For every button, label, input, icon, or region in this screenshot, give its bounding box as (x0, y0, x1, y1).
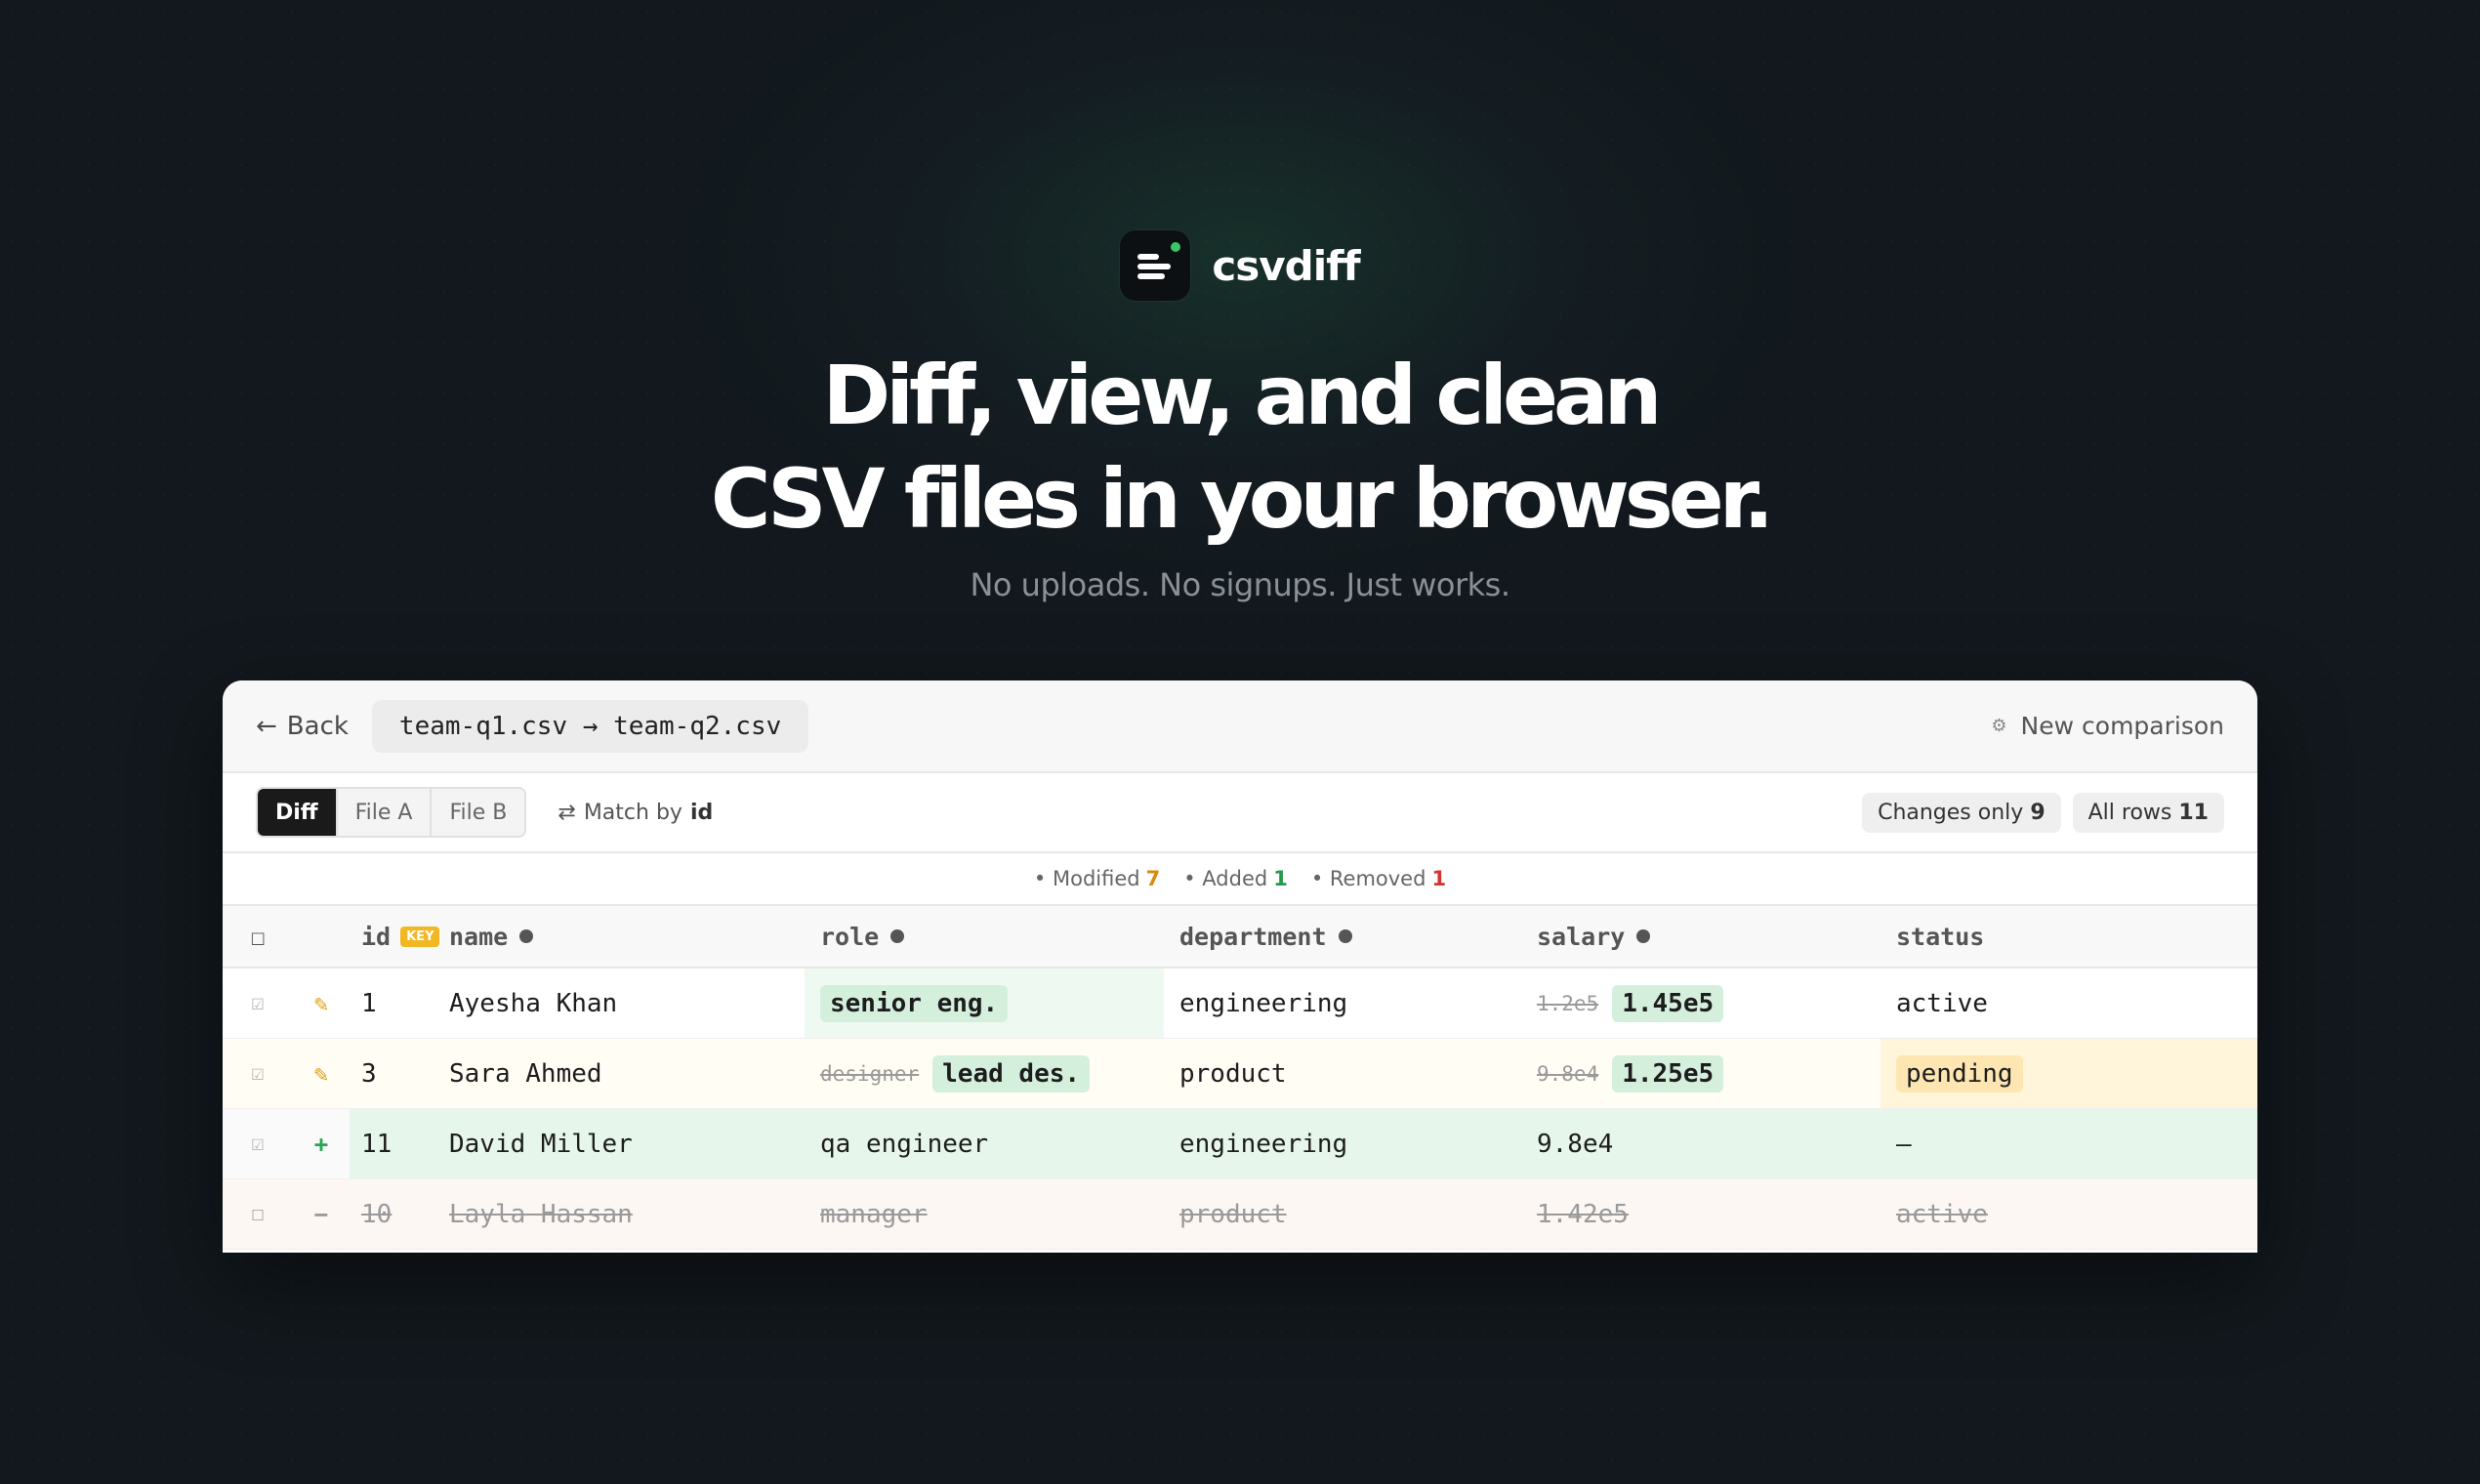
all-rows-label: All rows (2087, 800, 2172, 825)
old-value: 9.8e4 (1537, 1061, 1599, 1086)
all-rows-button[interactable]: All rows 11 (2072, 792, 2224, 833)
file-pair-label: team-q1.csv → team-q2.csv (371, 699, 809, 753)
change-marker-header (293, 906, 350, 967)
added-summary: • Added 1 (1183, 867, 1288, 890)
key-badge: KEY (400, 926, 440, 947)
cell-role-changed: designer lead des. (805, 1039, 1164, 1108)
changed-column-dot-icon (1338, 929, 1352, 943)
select-all-checkbox[interactable]: ☐ (223, 906, 293, 967)
modified-summary: • Modified 7 (1033, 867, 1161, 890)
row-checkbox[interactable]: ☐ (223, 1179, 293, 1249)
added-count: 1 (1273, 867, 1288, 890)
cell-name: Sara Ahmed (449, 1058, 602, 1089)
column-header-salary[interactable]: salary (1521, 906, 1881, 967)
cell-status: active (1896, 1199, 1988, 1229)
gear-icon: ⚙ (1991, 716, 2007, 736)
cell-role-changed: senior eng. (805, 969, 1164, 1038)
cell-id: 11 (361, 1129, 393, 1159)
cell-department: engineering (1179, 1129, 1348, 1159)
back-label: Back (286, 711, 349, 741)
column-header-id[interactable]: id KEY (350, 906, 447, 967)
cell-status: active (1896, 988, 1988, 1018)
row-checkbox[interactable]: ☑ (223, 1039, 293, 1108)
tab-diff[interactable]: Diff (258, 789, 336, 836)
hero-subline: No uploads. No signups. Just works. (970, 566, 1510, 603)
cell-salary: 1.42e5 (1537, 1199, 1629, 1229)
changes-only-label: Changes only (1878, 800, 2024, 825)
row-filter: Changes only 9 All rows 11 (1862, 792, 2224, 833)
brand-name: csvdiff (1212, 241, 1360, 290)
column-header-role[interactable]: role (805, 906, 1164, 967)
changed-column-dot-icon (890, 929, 905, 943)
all-rows-count: 11 (2178, 800, 2209, 825)
tab-file-b[interactable]: File B (430, 789, 525, 836)
cell-status-changed: pending (1881, 1039, 2257, 1108)
headline-line-2: CSV files in your browser. (710, 451, 1774, 547)
cell-department: product (1179, 1058, 1287, 1089)
back-button[interactable]: ← Back (256, 712, 349, 741)
app-preview-card: ← Back team-q1.csv → team-q2.csv ⚙ New c… (223, 680, 2257, 1253)
table-row-added[interactable]: ☑ + 11 David Miller qa engineer engineer… (223, 1109, 2257, 1179)
table-row-modified[interactable]: ☑ ✎ 3 Sara Ahmed designer lead des. prod… (223, 1039, 2257, 1109)
swap-icon: ⇄ (558, 800, 576, 825)
cell-status: — (1896, 1129, 1912, 1159)
changed-column-dot-icon (1636, 929, 1651, 943)
changed-column-dot-icon (519, 929, 534, 943)
new-value: senior eng. (820, 984, 1009, 1022)
match-key: id (689, 800, 714, 825)
match-by-key-button[interactable]: ⇄ Match by id (558, 801, 713, 825)
view-switcher: Diff File A File B (256, 787, 527, 838)
pencil-icon: ✎ (313, 989, 329, 1017)
cell-salary: 9.8e4 (1537, 1129, 1614, 1159)
tab-file-a[interactable]: File A (335, 789, 431, 836)
changes-only-count: 9 (2030, 800, 2046, 825)
brand: csvdiff (0, 230, 2480, 301)
cell-id: 10 (361, 1199, 393, 1229)
cell-id: 1 (361, 988, 377, 1018)
diff-table: ☐ id KEY name role department salary sta… (223, 906, 2257, 1250)
pencil-icon: ✎ (313, 1059, 329, 1088)
csvdiff-logo-icon (1120, 230, 1191, 301)
table-row-removed[interactable]: ☐ − 10 Layla Hassan manager product 1.42… (223, 1179, 2257, 1250)
toolbar: Diff File A File B ⇄ Match by id Changes… (223, 773, 2257, 853)
top-bar: ← Back team-q1.csv → team-q2.csv ⚙ New c… (223, 680, 2257, 773)
cell-role: manager (820, 1199, 928, 1229)
row-checkbox[interactable]: ☑ (223, 1109, 293, 1178)
new-value: 1.25e5 (1612, 1054, 1724, 1092)
table-row-modified[interactable]: ☑ ✎ 1 Ayesha Khan senior eng. engineerin… (223, 969, 2257, 1039)
cell-role: qa engineer (820, 1129, 989, 1159)
new-value: lead des. (932, 1054, 1091, 1092)
modified-count: 7 (1145, 867, 1161, 890)
headline-line-1: Diff, view, and clean (822, 348, 1663, 443)
new-comparison-button[interactable]: ⚙ New comparison (1991, 712, 2224, 740)
hero-headline: Diff, view, and clean CSV files in your … (0, 344, 2480, 551)
cell-department: engineering (1179, 988, 1348, 1018)
column-header-department[interactable]: department (1164, 906, 1521, 967)
cell-salary-changed: 9.8e4 1.25e5 (1521, 1039, 1881, 1108)
minus-icon: − (313, 1200, 329, 1228)
column-header-name[interactable]: name (447, 906, 805, 967)
arrow-left-icon: ← (256, 711, 277, 741)
removed-summary: • Removed 1 (1310, 867, 1447, 890)
table-header: ☐ id KEY name role department salary sta… (223, 906, 2257, 969)
diff-summary: • Modified 7 • Added 1 • Removed 1 (223, 853, 2257, 906)
cell-id: 3 (361, 1058, 377, 1089)
new-value: 1.45e5 (1612, 984, 1724, 1022)
cell-salary-changed: 1.2e5 1.45e5 (1521, 969, 1881, 1038)
match-by-label: Match by (583, 800, 682, 825)
row-checkbox[interactable]: ☑ (223, 969, 293, 1038)
status-badge: pending (1896, 1054, 2023, 1092)
column-header-status[interactable]: status (1881, 906, 2257, 967)
old-value: 1.2e5 (1537, 991, 1599, 1015)
changes-only-button[interactable]: Changes only 9 (1862, 792, 2061, 833)
cell-name: David Miller (449, 1129, 633, 1159)
cell-department: product (1179, 1199, 1287, 1229)
cell-name: Ayesha Khan (449, 988, 618, 1018)
cell-name: Layla Hassan (449, 1199, 633, 1229)
new-comparison-label: New comparison (2020, 712, 2224, 740)
old-value: designer (820, 1061, 920, 1086)
removed-count: 1 (1431, 867, 1447, 890)
plus-icon: + (293, 1109, 350, 1178)
